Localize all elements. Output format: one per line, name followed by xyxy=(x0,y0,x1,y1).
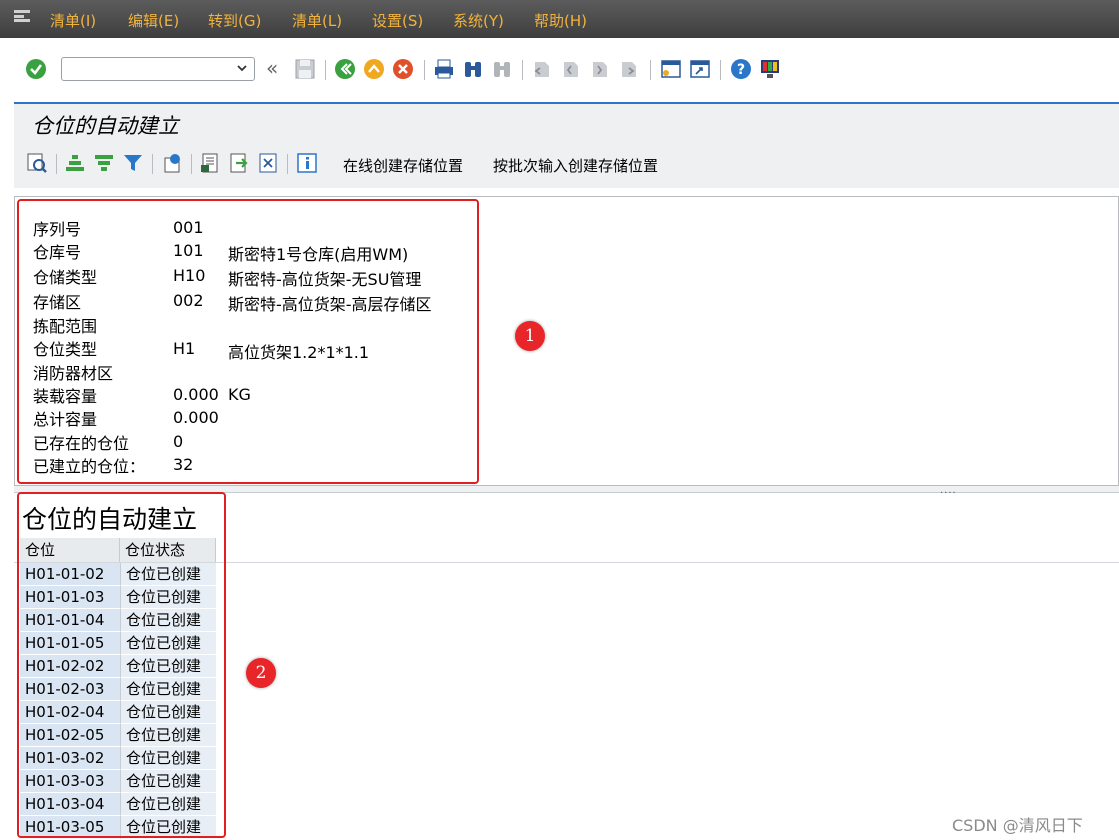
page-title: 仓位的自动建立 xyxy=(32,114,179,138)
find-icon[interactable] xyxy=(462,58,484,80)
cancel-icon[interactable] xyxy=(392,58,414,80)
toolbar-separator xyxy=(56,154,57,174)
export-xml-icon[interactable] xyxy=(257,152,279,174)
annotation-box-1 xyxy=(17,199,479,484)
collapse-arrows-icon[interactable]: « xyxy=(266,56,278,80)
filter-icon[interactable] xyxy=(122,152,144,174)
annotation-box-2 xyxy=(17,492,226,838)
annotation-badge-1: 1 xyxy=(515,321,545,351)
menu-list-2[interactable]: 清单(L) xyxy=(292,10,342,31)
detail-view-icon[interactable] xyxy=(26,152,48,174)
print-icon[interactable] xyxy=(433,58,455,80)
toolbar-separator xyxy=(325,60,326,80)
total-icon[interactable] xyxy=(161,152,183,174)
toolbar-separator xyxy=(650,60,651,80)
menu-system[interactable]: 系统(Y) xyxy=(453,10,504,31)
next-page-icon[interactable] xyxy=(589,58,611,80)
customize-layout-icon[interactable] xyxy=(759,58,781,80)
toolbar-separator xyxy=(720,60,721,80)
sort-ascending-icon[interactable] xyxy=(64,152,86,174)
sort-descending-icon[interactable] xyxy=(93,152,115,174)
splitter-handle[interactable]: .... xyxy=(940,485,957,496)
svg-text:?: ? xyxy=(737,62,745,78)
help-icon[interactable]: ? xyxy=(730,58,752,80)
menu-settings[interactable]: 设置(S) xyxy=(372,10,423,31)
back-icon[interactable] xyxy=(334,58,356,80)
menu-edit[interactable]: 编辑(E) xyxy=(128,10,179,31)
command-field[interactable] xyxy=(61,57,255,81)
info-icon[interactable] xyxy=(296,152,318,174)
first-page-icon[interactable] xyxy=(531,58,553,80)
new-session-icon[interactable] xyxy=(660,58,682,80)
exit-icon[interactable] xyxy=(363,58,385,80)
batch-create-bin-button[interactable]: 按批次输入创建存储位置 xyxy=(493,155,658,176)
save-icon[interactable] xyxy=(294,58,316,80)
menu-goto[interactable]: 转到(G) xyxy=(208,10,261,31)
menu-help[interactable]: 帮助(H) xyxy=(534,10,587,31)
annotation-badge-2: 2 xyxy=(246,658,276,688)
previous-page-icon[interactable] xyxy=(560,58,582,80)
online-create-bin-button[interactable]: 在线创建存储位置 xyxy=(343,155,463,176)
enter-check-icon[interactable] xyxy=(25,58,47,80)
find-next-icon[interactable] xyxy=(491,58,513,80)
toolbar-separator xyxy=(191,154,192,174)
export-local-file-icon[interactable] xyxy=(228,152,250,174)
last-page-icon[interactable] xyxy=(618,58,640,80)
toolbar-separator xyxy=(424,60,425,80)
sap-menu-icon[interactable] xyxy=(14,10,32,22)
watermark: CSDN @清风日下 xyxy=(952,816,1083,835)
toolbar-separator xyxy=(152,154,153,174)
toolbar-separator xyxy=(522,60,523,80)
title-bar: 仓位的自动建立 xyxy=(14,102,1119,142)
menu-list[interactable]: 清单(I) xyxy=(50,10,96,31)
shortcut-icon[interactable] xyxy=(689,58,711,80)
export-spreadsheet-icon[interactable] xyxy=(199,152,221,174)
toolbar-separator xyxy=(287,154,288,174)
chevron-down-icon[interactable] xyxy=(236,62,248,74)
